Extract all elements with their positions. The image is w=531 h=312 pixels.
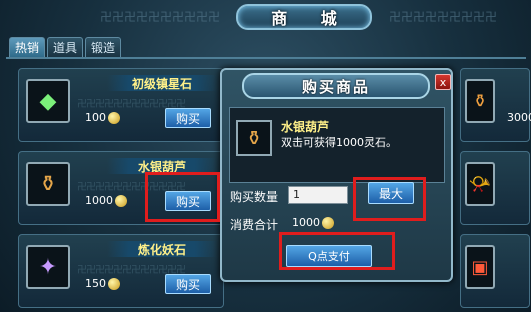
- tab-forge[interactable]: 锻造: [85, 37, 122, 57]
- shop-item-card-partial: ⚱ 3000: [460, 68, 531, 142]
- shop-item-card: ◆ 卍卍卍卍卍卍卍卍卍卍卍卍 初级镇星石 100 购买: [18, 68, 224, 142]
- close-button[interactable]: x: [435, 74, 451, 90]
- dialog-title: 购买商品: [301, 77, 370, 96]
- quantity-input[interactable]: 1: [288, 186, 348, 204]
- item-price: 3000: [507, 111, 531, 124]
- shop-tabs: 热销 道具 锻造: [9, 37, 122, 57]
- title-ornament-right: 卍卍卍卍卍卍卍卍卍: [389, 10, 498, 24]
- coin-icon: [108, 278, 120, 290]
- title-ornament-left: 卍卍卍卍卍卍卍卍卍卍: [100, 10, 221, 24]
- gourd-orange-icon[interactable]: ⚱: [465, 79, 495, 123]
- coin-icon: [322, 217, 334, 229]
- total-label: 消费合计: [230, 218, 279, 232]
- item-price: 1000: [85, 194, 127, 207]
- coin-icon: [115, 195, 127, 207]
- shop-title: 商 城: [271, 9, 351, 28]
- quantity-label: 购买数量: [230, 190, 279, 204]
- red-box-icon[interactable]: ▣: [465, 245, 495, 289]
- shop-window: 卍卍卍卍卍卍卍卍卍卍 卍卍卍卍卍卍卍卍卍 商 城 热销 道具 锻造 ◆ 卍卍卍卍…: [0, 0, 531, 312]
- tab-items[interactable]: 道具: [47, 37, 84, 57]
- buy-button[interactable]: 购买: [165, 274, 211, 294]
- shop-item-card-partial: 📯: [460, 151, 530, 225]
- item-name: 炼化妖石: [107, 241, 217, 257]
- horn-icon[interactable]: 📯: [465, 162, 495, 206]
- shop-item-card: ✦ 卍卍卍卍卍卍卍卍卍卍卍卍 炼化妖石 150 购买: [18, 234, 224, 308]
- shop-title-plate: 商 城: [236, 4, 372, 30]
- highlight-box-pay: [279, 232, 395, 270]
- dialog-title-plate: 购买商品: [242, 73, 430, 99]
- gourd-icon: ⚱: [236, 120, 272, 156]
- tab-hot[interactable]: 热销: [9, 37, 46, 57]
- highlight-box-max: [353, 177, 426, 221]
- tab-divider: [6, 57, 526, 59]
- product-name: 水银葫芦: [281, 120, 330, 134]
- shop-item-card-partial: ▣: [460, 234, 530, 308]
- buy-button[interactable]: 购买: [165, 108, 211, 128]
- product-description: 双击可获得1000灵石。: [281, 136, 397, 149]
- coin-icon: [108, 112, 120, 124]
- item-name: 初级镇星石: [107, 75, 217, 91]
- gourd-icon[interactable]: ⚱: [26, 162, 70, 206]
- highlight-box-buy: [145, 172, 220, 222]
- total-value: 1000: [292, 216, 334, 229]
- green-gem-icon[interactable]: ◆: [26, 79, 70, 123]
- purple-gem-icon[interactable]: ✦: [26, 245, 70, 289]
- product-info: ⚱ 水银葫芦 双击可获得1000灵石。: [229, 107, 445, 183]
- item-price: 150: [85, 277, 120, 290]
- item-price: 100: [85, 111, 120, 124]
